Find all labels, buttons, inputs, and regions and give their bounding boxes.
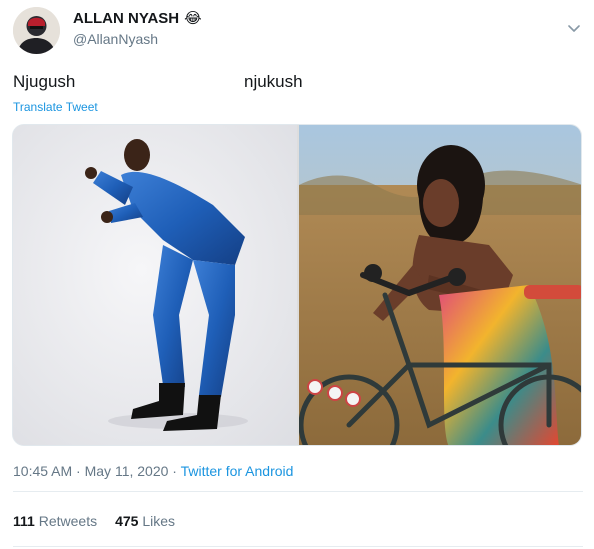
retweets-stat[interactable]: 111 Retweets <box>13 513 97 529</box>
retweets-count: 111 <box>13 513 35 529</box>
author-name-row[interactable]: ALLAN NYASH 😂 <box>73 10 202 27</box>
tweet-text-left: Njugush <box>13 72 76 91</box>
retweets-label: Retweets <box>38 513 98 529</box>
tweet-date[interactable]: May 11, 2020 <box>85 463 169 479</box>
meta-separator: · <box>172 463 177 479</box>
tweet-menu-button[interactable] <box>566 21 582 37</box>
divider <box>13 546 583 547</box>
likes-stat[interactable]: 475 Likes <box>115 513 175 529</box>
chevron-down-icon <box>568 25 580 32</box>
likes-count: 475 <box>115 513 139 529</box>
tweet-source-link[interactable]: Twitter for Android <box>181 463 294 479</box>
avatar[interactable] <box>13 7 60 54</box>
photo-woman-bicycle[interactable] <box>298 125 581 445</box>
tweet-timestamp: 10:45 AM · May 11, 2020 · Twitter for An… <box>13 463 293 479</box>
display-name[interactable]: ALLAN NYASH <box>73 10 179 27</box>
tweet-text: Njugush njukush <box>13 72 583 94</box>
likes-label: Likes <box>142 513 176 529</box>
photo-man-blue-suit[interactable] <box>13 125 297 445</box>
tweet-media-grid <box>12 124 582 446</box>
laughing-emoji-icon: 😂 <box>184 10 202 27</box>
user-handle[interactable]: @AllanNyash <box>73 31 158 47</box>
meta-separator: · <box>76 463 81 479</box>
translate-tweet-link[interactable]: Translate Tweet <box>13 100 98 114</box>
tweet-text-right: njukush <box>244 72 303 91</box>
tweet-time[interactable]: 10:45 AM <box>13 463 72 479</box>
tweet-card: ALLAN NYASH 😂 @AllanNyash Njugush njukus… <box>0 0 594 549</box>
tweet-stats: 111 Retweets 475 Likes <box>13 513 175 529</box>
divider <box>13 491 583 492</box>
